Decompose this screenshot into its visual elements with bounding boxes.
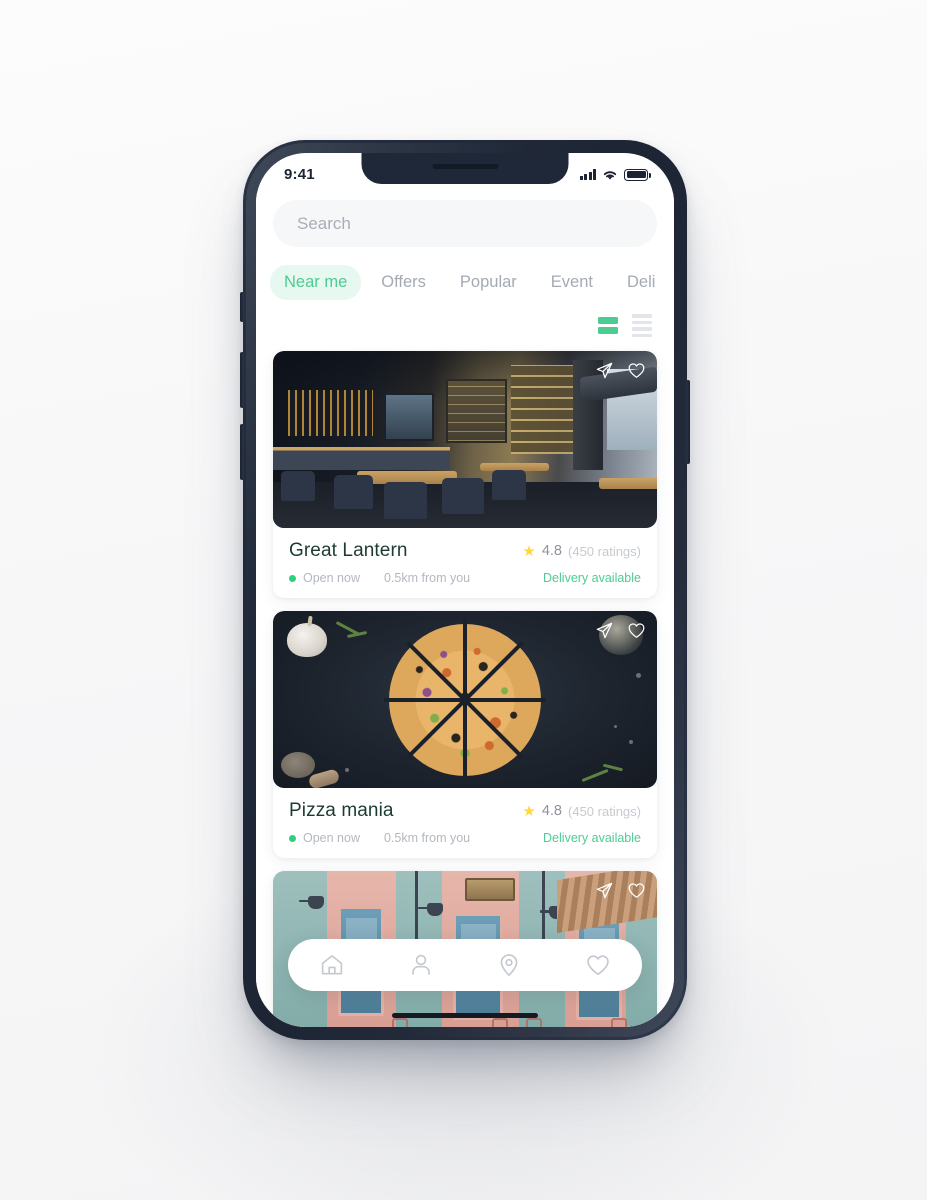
- delivery-label: Delivery available: [543, 831, 641, 845]
- power-button[interactable]: [686, 380, 690, 464]
- card-info-top: Pizza mania ★ 4.8 (450 ratings): [289, 800, 641, 822]
- signal-icon: [579, 169, 596, 180]
- open-status-label: Open now: [303, 831, 360, 845]
- status-time: 9:41: [284, 166, 315, 183]
- wifi-icon: [603, 170, 617, 180]
- heart-icon[interactable]: [627, 881, 646, 900]
- open-status-label: Open now: [303, 571, 360, 585]
- search-box[interactable]: [273, 200, 657, 247]
- restaurant-card-list: Great Lantern ★ 4.8 (450 ratings) Open n…: [256, 337, 674, 1027]
- heart-icon[interactable]: [627, 621, 646, 640]
- share-icon[interactable]: [595, 621, 614, 640]
- rating-count: (450 ratings): [568, 803, 641, 819]
- profile-icon[interactable]: [408, 952, 434, 978]
- status-icons: [579, 166, 651, 181]
- screenshot-stage: 9:41 Search Near me Offers Popular Event…: [0, 0, 927, 1200]
- phone-device: 9:41 Search Near me Offers Popular Event…: [240, 140, 690, 1040]
- open-status-dot-icon: [289, 574, 296, 582]
- home-indicator[interactable]: [392, 1013, 538, 1018]
- view-toggle-group: [256, 300, 674, 337]
- card-info-bottom: Open now 0.5km from you Delivery availab…: [289, 831, 641, 845]
- rating-group: ★ 4.8 (450 ratings): [522, 803, 641, 819]
- delivery-label: Delivery available: [543, 571, 641, 585]
- tab-popular[interactable]: Popular: [446, 265, 531, 300]
- photo-action-group: [595, 361, 646, 380]
- heart-icon[interactable]: [627, 361, 646, 380]
- phone-screen: 9:41 Search Near me Offers Popular Event…: [256, 153, 674, 1027]
- restaurant-card[interactable]: Pizza mania ★ 4.8 (450 ratings) Open now…: [273, 611, 657, 858]
- rating-value: 4.8: [541, 803, 563, 819]
- card-info-bottom: Open now 0.5km from you Delivery availab…: [289, 571, 641, 585]
- restaurant-name: Great Lantern: [289, 540, 408, 561]
- volume-down-button[interactable]: [240, 424, 244, 480]
- card-photo[interactable]: [273, 611, 657, 788]
- heart-icon[interactable]: [585, 952, 611, 978]
- category-tabs: Near me Offers Popular Event Deli: [256, 247, 674, 300]
- status-bar: 9:41: [256, 153, 674, 193]
- tab-delivery[interactable]: Deli: [613, 265, 669, 300]
- open-status-dot-icon: [289, 834, 296, 842]
- restaurant-name: Pizza mania: [289, 800, 394, 821]
- distance-label: 0.5km from you: [383, 571, 471, 585]
- open-status: Open now: [289, 831, 360, 845]
- star-icon: ★: [522, 802, 536, 820]
- grid-view-icon[interactable]: [598, 316, 618, 335]
- tab-event[interactable]: Event: [537, 265, 607, 300]
- tab-near-me[interactable]: Near me: [270, 265, 362, 300]
- rating-value: 4.8: [541, 543, 563, 559]
- search-input[interactable]: [297, 213, 633, 234]
- app-content: Near me Offers Popular Event Deli: [256, 193, 674, 1027]
- card-photo[interactable]: [273, 351, 657, 528]
- bottom-navigation-bar: [288, 939, 642, 991]
- home-icon[interactable]: [319, 952, 345, 978]
- photo-action-group: [595, 621, 646, 640]
- card-info-top: Great Lantern ★ 4.8 (450 ratings): [289, 540, 641, 562]
- share-icon[interactable]: [595, 881, 614, 900]
- mute-switch-button[interactable]: [240, 292, 244, 322]
- tab-offers[interactable]: Offers: [367, 265, 440, 300]
- star-icon: ★: [522, 542, 536, 560]
- card-info: Pizza mania ★ 4.8 (450 ratings) Open now…: [273, 788, 657, 858]
- rating-group: ★ 4.8 (450 ratings): [522, 543, 641, 559]
- search-section: [256, 193, 674, 247]
- distance-label: 0.5km from you: [383, 831, 471, 845]
- card-info: Great Lantern ★ 4.8 (450 ratings) Open n…: [273, 528, 657, 598]
- open-status: Open now: [289, 571, 360, 585]
- photo-action-group: [595, 881, 646, 900]
- volume-up-button[interactable]: [240, 352, 244, 408]
- share-icon[interactable]: [595, 361, 614, 380]
- list-view-icon[interactable]: [632, 314, 652, 337]
- battery-icon: [624, 168, 651, 181]
- rating-count: (450 ratings): [568, 543, 641, 559]
- restaurant-card[interactable]: Great Lantern ★ 4.8 (450 ratings) Open n…: [273, 351, 657, 598]
- location-pin-icon[interactable]: [496, 952, 522, 978]
